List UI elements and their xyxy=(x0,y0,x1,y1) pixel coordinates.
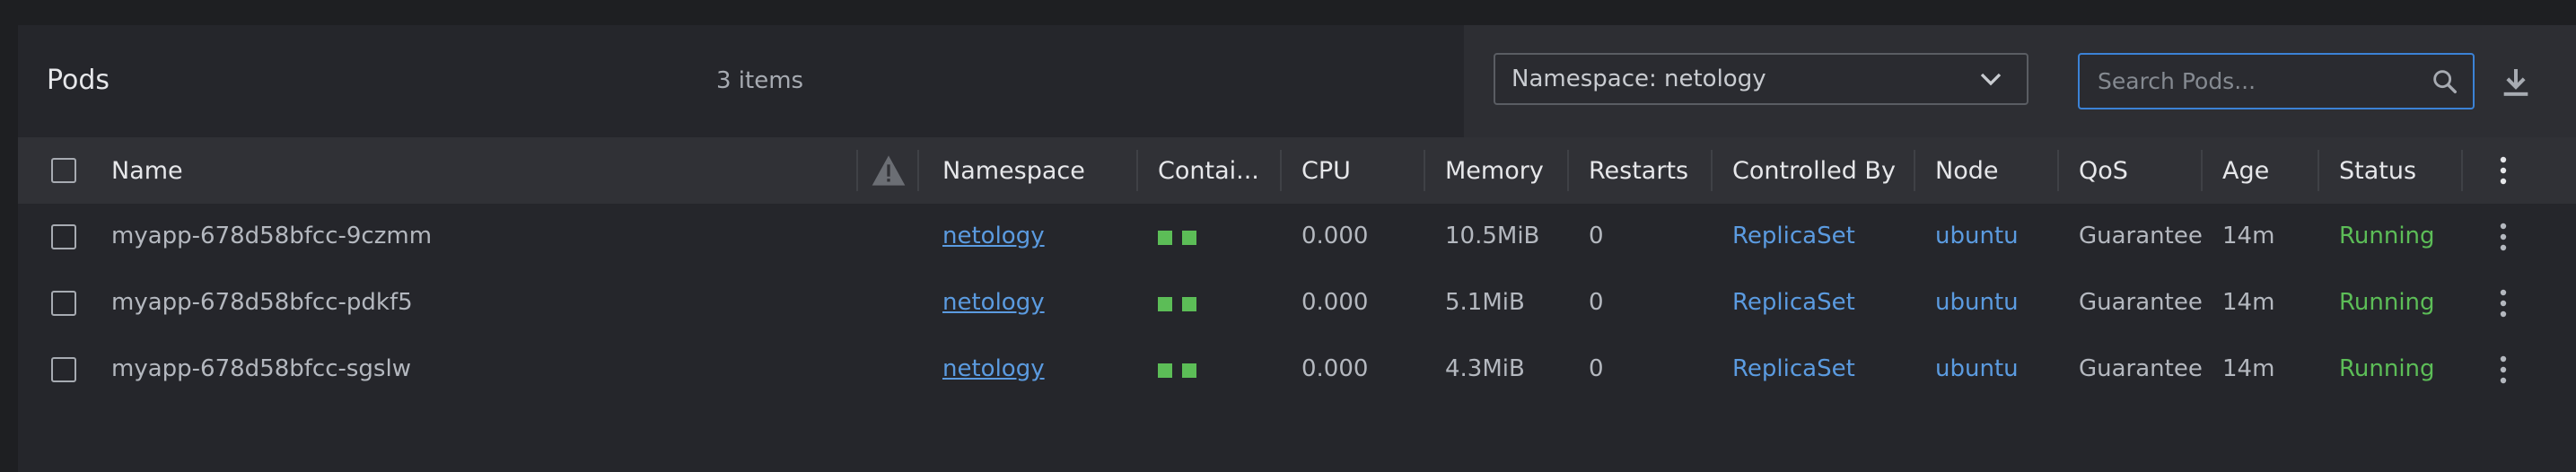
column-separator xyxy=(2461,150,2463,191)
row-checkbox[interactable] xyxy=(51,357,76,382)
search-input[interactable] xyxy=(2096,67,2430,95)
pod-memory: 5.1MiB xyxy=(1445,289,1525,316)
pod-qos: Guarantee xyxy=(2079,289,2203,316)
column-age[interactable]: Age xyxy=(2222,157,2269,185)
search-icon[interactable] xyxy=(2430,66,2460,97)
row-checkbox[interactable] xyxy=(51,291,76,316)
warning-icon xyxy=(872,155,906,186)
search-box[interactable] xyxy=(2078,53,2475,109)
column-controlled-by[interactable]: Controlled By xyxy=(1732,157,1896,185)
pod-name: myapp-678d58bfcc-pdkf5 xyxy=(111,289,413,316)
pod-namespace-link[interactable]: netology xyxy=(942,223,1045,249)
pod-memory: 10.5MiB xyxy=(1445,223,1540,249)
column-containers[interactable]: Contai... xyxy=(1158,157,1259,185)
container-status-icon xyxy=(1158,297,1172,311)
column-separator xyxy=(2201,150,2203,191)
column-separator xyxy=(2318,150,2319,191)
column-separator xyxy=(1424,150,1425,191)
download-icon[interactable] xyxy=(2498,65,2534,101)
pod-node-link[interactable]: ubuntu xyxy=(1935,223,2019,249)
table-row[interactable]: myapp-678d58bfcc-pdkf5 netology 0.000 5.… xyxy=(18,270,2576,337)
column-namespace[interactable]: Namespace xyxy=(942,157,1085,185)
column-separator xyxy=(1136,150,1138,191)
column-separator xyxy=(1280,150,1282,191)
container-status-icon xyxy=(1182,297,1196,311)
table-row[interactable]: myapp-678d58bfcc-9czmm netology 0.000 10… xyxy=(18,204,2576,270)
column-separator xyxy=(917,150,919,191)
pod-controlled-by-link[interactable]: ReplicaSet xyxy=(1732,289,1855,316)
kebab-menu-icon[interactable] xyxy=(2500,223,2507,251)
select-all-checkbox[interactable] xyxy=(51,158,76,183)
pod-node-link[interactable]: ubuntu xyxy=(1935,355,2019,382)
pod-namespace-link[interactable]: netology xyxy=(942,355,1045,382)
pod-status: Running xyxy=(2339,355,2435,382)
namespace-select[interactable]: Namespace: netology xyxy=(1494,53,2028,105)
page-title: Pods xyxy=(47,65,110,96)
pod-age: 14m xyxy=(2222,289,2275,316)
column-separator xyxy=(2057,150,2059,191)
container-status-icon xyxy=(1182,363,1196,378)
pod-qos: Guarantee xyxy=(2079,223,2203,249)
kebab-menu-icon[interactable] xyxy=(2500,355,2507,384)
pod-name: myapp-678d58bfcc-sgslw xyxy=(111,355,411,382)
column-separator xyxy=(1567,150,1569,191)
container-status-icon xyxy=(1158,231,1172,245)
chevron-down-icon xyxy=(1980,73,2002,86)
pod-controlled-by-link[interactable]: ReplicaSet xyxy=(1732,355,1855,382)
kebab-menu-icon[interactable] xyxy=(2500,289,2507,318)
column-separator xyxy=(1711,150,1713,191)
column-restarts[interactable]: Restarts xyxy=(1589,157,1688,185)
pods-panel: Pods 3 items Namespace: netology Name xyxy=(18,25,2576,472)
column-memory[interactable]: Memory xyxy=(1445,157,1544,185)
pod-qos: Guarantee xyxy=(2079,355,2203,382)
pod-restarts: 0 xyxy=(1589,289,1604,316)
pod-status: Running xyxy=(2339,223,2435,249)
namespace-select-value: Namespace: netology xyxy=(1511,66,1766,92)
pods-header: Pods 3 items xyxy=(18,25,1464,137)
pod-cpu: 0.000 xyxy=(1301,223,1369,249)
pod-memory: 4.3MiB xyxy=(1445,355,1525,382)
row-checkbox[interactable] xyxy=(51,224,76,249)
pod-name: myapp-678d58bfcc-9czmm xyxy=(111,223,433,249)
table-header: Name Namespace Contai... CPU Memory Rest… xyxy=(18,137,2576,204)
column-name[interactable]: Name xyxy=(111,157,183,185)
table-row[interactable]: myapp-678d58bfcc-sgslw netology 0.000 4.… xyxy=(18,337,2576,403)
pod-cpu: 0.000 xyxy=(1301,289,1369,316)
container-status-icon xyxy=(1158,363,1172,378)
pod-node-link[interactable]: ubuntu xyxy=(1935,289,2019,316)
column-status[interactable]: Status xyxy=(2339,157,2416,185)
items-count: 3 items xyxy=(716,67,804,94)
pod-cpu: 0.000 xyxy=(1301,355,1369,382)
column-menu-icon[interactable] xyxy=(2500,156,2507,185)
pod-restarts: 0 xyxy=(1589,223,1604,249)
pod-age: 14m xyxy=(2222,355,2275,382)
column-node[interactable]: Node xyxy=(1935,157,1998,185)
pod-namespace-link[interactable]: netology xyxy=(942,289,1045,316)
container-status-icon xyxy=(1182,231,1196,245)
filter-bar: Namespace: netology xyxy=(1464,25,2576,137)
pod-status: Running xyxy=(2339,289,2435,316)
pod-restarts: 0 xyxy=(1589,355,1604,382)
column-separator xyxy=(856,150,858,191)
pod-age: 14m xyxy=(2222,223,2275,249)
column-qos[interactable]: QoS xyxy=(2079,157,2128,185)
pod-controlled-by-link[interactable]: ReplicaSet xyxy=(1732,223,1855,249)
column-separator xyxy=(1914,150,1915,191)
column-cpu[interactable]: CPU xyxy=(1301,157,1351,185)
